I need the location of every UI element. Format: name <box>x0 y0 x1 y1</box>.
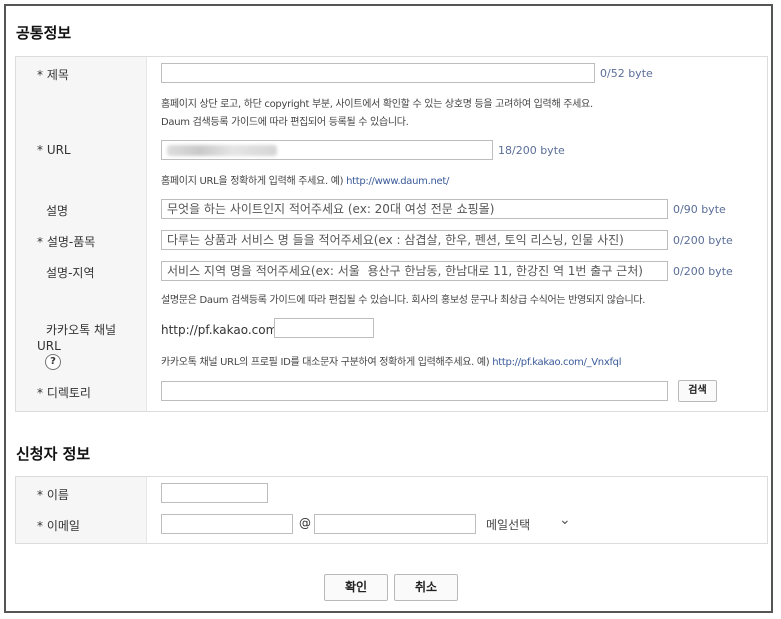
kakao-label-line1: 카카오톡 채널 <box>46 323 117 337</box>
directory-input[interactable] <box>161 381 668 401</box>
desc-byte-count: 0/90 byte <box>673 203 726 216</box>
kakao-help-example: http://pf.kakao.com/_Vnxfql <box>492 357 622 368</box>
desc-region-label: 설명-지역 <box>46 266 95 280</box>
desc-items-byte-count: 0/200 byte <box>673 234 733 247</box>
url-input[interactable] <box>161 140 493 160</box>
desc-items-input[interactable] <box>161 230 668 250</box>
kakao-url-prefix: http://pf.kakao.com/ <box>161 323 282 337</box>
desc-region-input[interactable] <box>161 261 668 281</box>
kakao-help: 카카오톡 채널 URL의 프로필 ID를 대소문자 구분하여 정확하게 입력해주… <box>161 353 622 368</box>
url-label: * URL <box>37 143 71 157</box>
email-local-input[interactable] <box>161 514 293 534</box>
question-icon[interactable]: ? <box>45 354 61 370</box>
email-domain-select[interactable]: 메일선택 <box>486 516 530 533</box>
email-at-sign: @ <box>299 516 311 530</box>
section-title-applicant: 신청자 정보 <box>16 445 91 463</box>
email-label: * 이메일 <box>37 519 80 533</box>
label-column-applicant <box>16 477 147 543</box>
title-input[interactable] <box>161 63 595 83</box>
confirm-button[interactable]: 확인 <box>324 574 388 601</box>
desc-help: 설명문은 Daum 검색등록 가이드에 따라 편집될 수 있습니다. 회사의 홍… <box>161 295 646 306</box>
url-byte-count: 18/200 byte <box>498 144 565 157</box>
directory-label: * 디렉토리 <box>37 386 91 400</box>
name-input[interactable] <box>161 483 268 503</box>
url-help: 홈페이지 URL을 정확하게 입력해 주세요. 예) http://www.da… <box>161 172 449 187</box>
title-byte-count: 0/52 byte <box>600 67 653 80</box>
directory-search-button[interactable]: 검색 <box>678 380 717 402</box>
desc-items-label: * 설명-품목 <box>37 235 96 249</box>
title-help-line2: Daum 검색등록 가이드에 따라 편집되어 등록될 수 있습니다. <box>161 117 409 128</box>
name-label: * 이름 <box>37 488 69 502</box>
url-help-example: http://www.daum.net/ <box>346 176 450 187</box>
kakao-id-input[interactable] <box>274 318 374 338</box>
desc-input[interactable] <box>161 199 668 219</box>
desc-region-byte-count: 0/200 byte <box>673 265 733 278</box>
url-help-text: 홈페이지 URL을 정확하게 입력해 주세요. 예) <box>161 176 347 187</box>
cancel-button[interactable]: 취소 <box>394 574 458 601</box>
desc-label: 설명 <box>46 204 69 218</box>
section-title-common: 공통정보 <box>16 24 72 42</box>
kakao-help-text: 카카오톡 채널 URL의 프로필 ID를 대소문자 구분하여 정확하게 입력해주… <box>161 357 493 368</box>
kakao-label-line2: URL <box>37 339 61 353</box>
title-label: * 제목 <box>37 68 69 82</box>
email-domain-input[interactable] <box>314 514 476 534</box>
title-help-line1: 홈페이지 상단 로고, 하단 copyright 부분, 사이트에서 확인할 수… <box>161 99 593 110</box>
chevron-down-icon[interactable]: ⌄ <box>559 512 571 528</box>
url-blurred-value <box>167 145 277 156</box>
